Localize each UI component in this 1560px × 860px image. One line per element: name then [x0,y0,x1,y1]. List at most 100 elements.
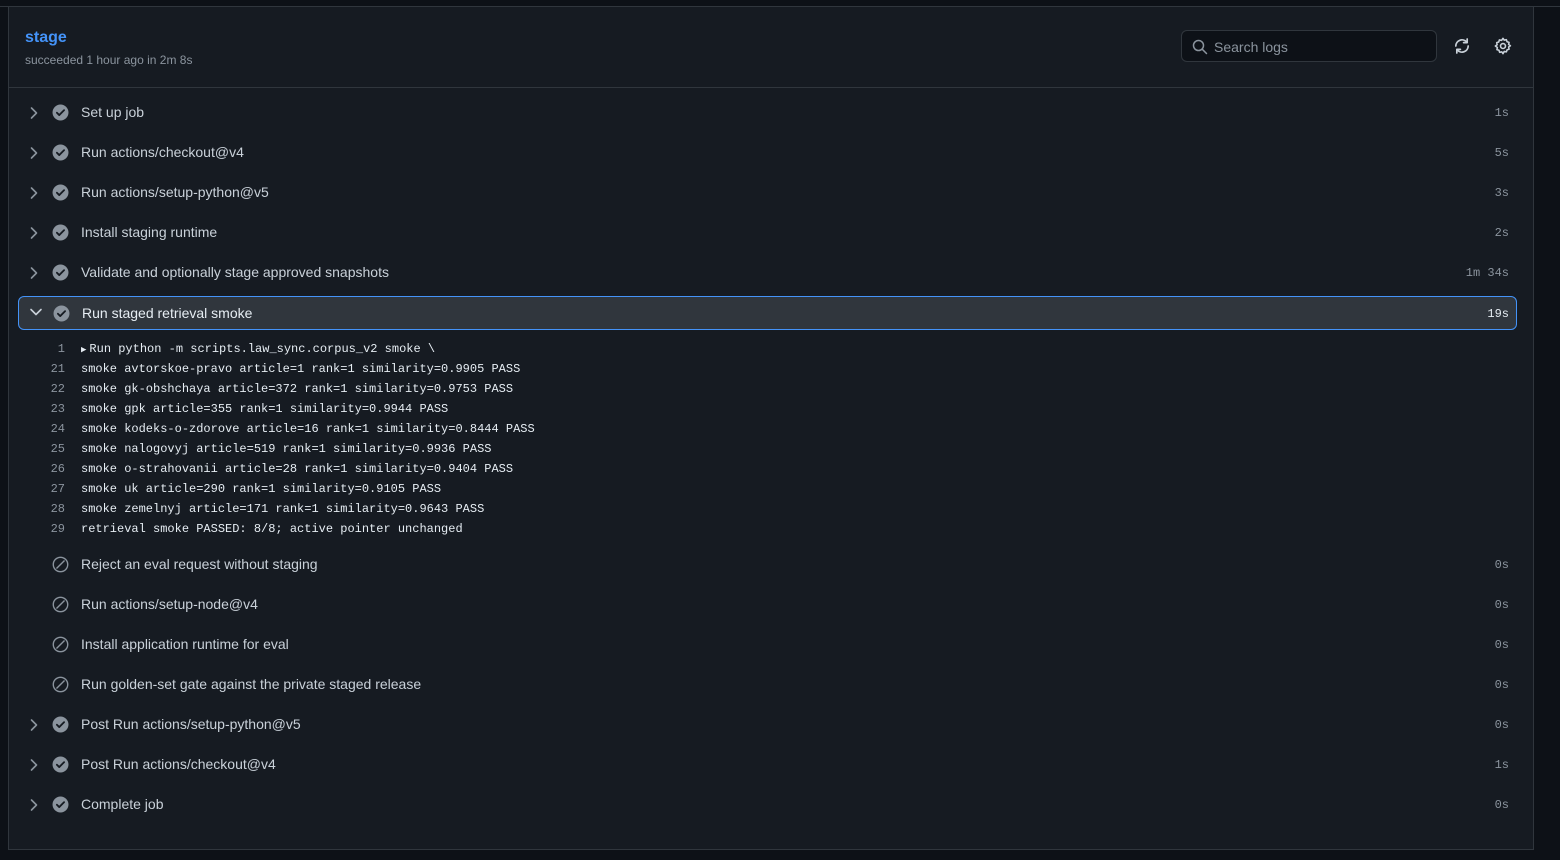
log-line-text: retrieval smoke PASSED: 8/8; active poin… [81,519,463,539]
log-line-number[interactable]: 25 [29,439,65,459]
log-text: smoke kodeks-o-zdorove article=16 rank=1… [81,422,535,436]
step-duration: 19s [1487,307,1509,321]
chevron-right-icon[interactable] [29,226,39,240]
step-row[interactable]: Set up job 1s [9,93,1533,133]
skip-icon [52,636,69,653]
step-row[interactable]: Reject an eval request without staging 0s [9,545,1533,585]
step-duration: 0s [1494,798,1509,812]
step-row[interactable]: Post Run actions/setup-python@v5 0s [9,705,1533,745]
log-line-text: smoke gk-obshchaya article=372 rank=1 si… [81,379,513,399]
step-duration: 0s [1494,638,1509,652]
log-line: 23 smoke gpk article=355 rank=1 similarit… [9,399,1533,419]
log-line-number[interactable]: 23 [29,399,65,419]
search-icon [1192,39,1208,55]
check-circle-fill-icon [52,184,69,201]
step-label: Run actions/setup-python@v5 [81,184,269,200]
log-line: 1 ▶ Run python -m scripts.law_sync.corpus_… [9,339,1533,359]
step-row[interactable]: Install application runtime for eval 0s [9,625,1533,665]
step-label: Post Run actions/checkout@v4 [81,756,276,772]
log-line-text: smoke o-strahovanii article=28 rank=1 si… [81,459,513,479]
step-duration: 0s [1494,598,1509,612]
log-line-number[interactable]: 24 [29,419,65,439]
triangle-right-icon[interactable]: ▶ [81,345,86,355]
step-row[interactable]: Validate and optionally stage approved s… [9,253,1533,293]
step-label: Run actions/setup-node@v4 [81,596,258,612]
step-label: Set up job [81,104,145,120]
log-text: smoke uk article=290 rank=1 similarity=0… [81,482,442,496]
check-circle-fill-icon [52,224,69,241]
chevron-right-icon[interactable] [29,718,39,732]
log-line: 24 smoke kodeks-o-zdorove article=16 rank… [9,419,1533,439]
log-text: smoke avtorskoe-pravo article=1 rank=1 s… [81,362,521,376]
log-line-number[interactable]: 21 [29,359,65,379]
log-line-text: smoke zemelnyj article=171 rank=1 simila… [81,499,484,519]
step-row[interactable]: Post Run actions/checkout@v4 1s [9,745,1533,785]
check-circle-fill-icon [52,144,69,161]
sync-icon[interactable] [1453,37,1471,55]
step-label: Run staged retrieval smoke [82,305,253,321]
check-circle-fill-icon [52,104,69,121]
check-circle-fill-icon [52,264,69,281]
search-logs-input[interactable] [1212,35,1432,59]
step-row[interactable]: Run actions/checkout@v4 5s [9,133,1533,173]
log-line: 25 smoke nalogovyj article=519 rank=1 sim… [9,439,1533,459]
job-title[interactable]: stage [25,29,67,47]
log-line-text: smoke kodeks-o-zdorove article=16 rank=1… [81,419,535,439]
log-line-number[interactable]: 26 [29,459,65,479]
log-line-number[interactable]: 27 [29,479,65,499]
active-step-wrapper: Run staged retrieval smoke 19s [9,293,1533,333]
step-duration: 3s [1494,186,1509,200]
step-duration: 2s [1494,226,1509,240]
step-label: Validate and optionally stage approved s… [81,264,389,280]
chevron-right-icon[interactable] [29,758,39,772]
step-label: Reject an eval request without staging [81,556,318,572]
log-text: smoke o-strahovanii article=28 rank=1 si… [81,462,514,476]
step-label: Run golden-set gate against the private … [81,676,422,692]
log-line: 21 smoke avtorskoe-pravo article=1 rank=1… [9,359,1533,379]
check-circle-fill-icon [52,716,69,733]
step-row[interactable]: Complete job 0s [9,785,1533,825]
check-circle-fill-icon [52,796,69,813]
step-row-expanded[interactable]: Run staged retrieval smoke 19s [18,296,1517,330]
log-line-number[interactable]: 29 [29,519,65,539]
chevron-right-icon[interactable] [29,186,39,200]
check-circle-fill-icon [52,756,69,773]
chevron-right-icon[interactable] [29,106,39,120]
steps-list: Set up job 1s Run actions/checkout@v4 5s Run… [9,93,1533,825]
log-text: smoke zemelnyj article=171 rank=1 simila… [81,502,485,516]
step-duration: 1m 34s [1465,266,1509,280]
chevron-right-icon[interactable] [29,798,39,812]
log-line-text: smoke uk article=290 rank=1 similarity=0… [81,479,441,499]
log-line: 22 smoke gk-obshchaya article=372 rank=1 … [9,379,1533,399]
step-label: Complete job [81,796,164,812]
step-duration: 0s [1494,558,1509,572]
step-duration: 0s [1494,718,1509,732]
job-header: stage succeeded 1 hour ago in 2m 8s [9,7,1533,88]
log-line-text[interactable]: ▶ Run python -m scripts.law_sync.corpus_v… [81,339,435,360]
step-label: Install application runtime for eval [81,636,289,652]
chevron-right-icon[interactable] [29,266,39,280]
log-line: 26 smoke o-strahovanii article=28 rank=1 … [9,459,1533,479]
step-log-output: 1 ▶ Run python -m scripts.law_sync.corpus_… [9,333,1533,545]
gear-icon[interactable] [1494,37,1512,55]
step-row[interactable]: Run golden-set gate against the private … [9,665,1533,705]
log-text: smoke gpk article=355 rank=1 similarity=… [81,402,449,416]
log-line-text: smoke nalogovyj article=519 rank=1 simil… [81,439,491,459]
search-logs-field[interactable] [1181,30,1437,62]
chevron-down-icon[interactable] [29,307,43,317]
check-circle-fill-icon [53,305,70,322]
log-line-number[interactable]: 28 [29,499,65,519]
log-text: Run python -m scripts.law_sync.corpus_v2… [89,342,436,356]
log-line-number[interactable]: 22 [29,379,65,399]
step-duration: 1s [1494,106,1509,120]
skip-icon [52,596,69,613]
log-line-number[interactable]: 1 [29,339,65,359]
job-log-panel: stage succeeded 1 hour ago in 2m 8s Set … [8,6,1534,850]
step-row[interactable]: Install staging runtime 2s [9,213,1533,253]
step-row[interactable]: Run actions/setup-node@v4 0s [9,585,1533,625]
chevron-right-icon[interactable] [29,146,39,160]
step-row[interactable]: Run actions/setup-python@v5 3s [9,173,1533,213]
log-line: 27 smoke uk article=290 rank=1 similarity… [9,479,1533,499]
step-label: Post Run actions/setup-python@v5 [81,716,301,732]
log-line-text: smoke gpk article=355 rank=1 similarity=… [81,399,448,419]
